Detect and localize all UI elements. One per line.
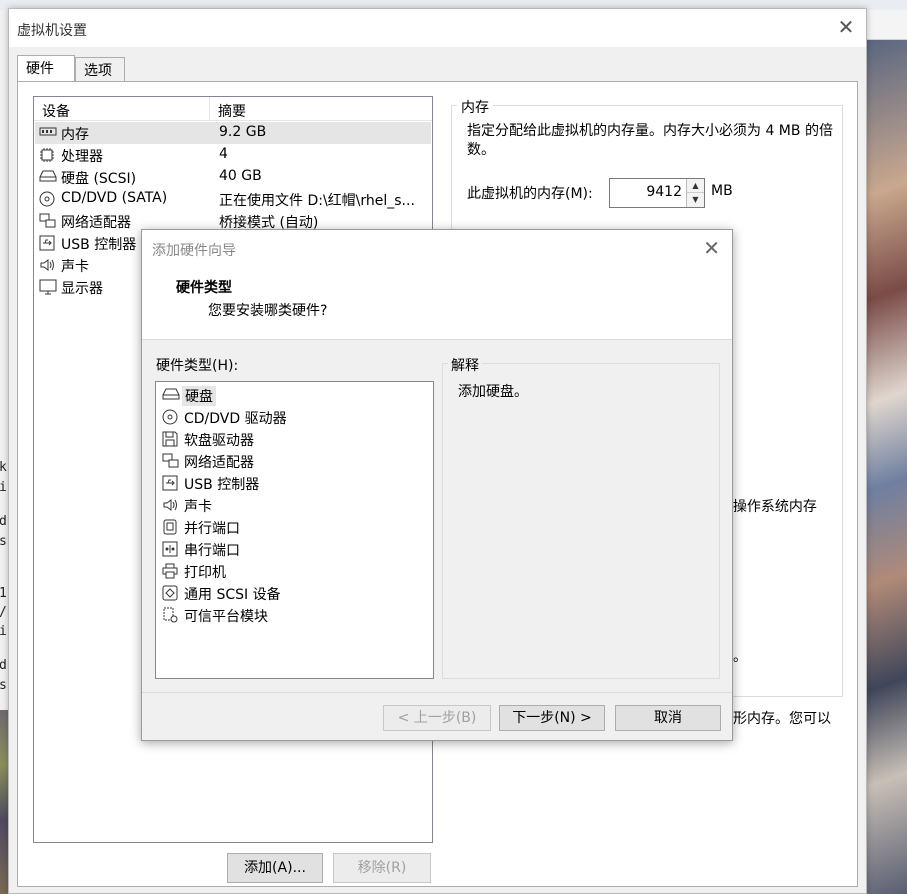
device-row-processor[interactable]: 处理器 4	[35, 144, 431, 166]
wizard-footer: < 上一步(B) 下一步(N) > 取消	[142, 692, 732, 740]
close-icon[interactable]: ✕	[836, 17, 856, 37]
desktop-wallpaper	[867, 40, 907, 894]
next-button[interactable]: 下一步(N) >	[499, 705, 605, 731]
memory-text-fragment: l操作系统内存	[729, 499, 817, 515]
device-summary: 9.2 GB	[219, 124, 267, 140]
list-item-label: 并行端口	[184, 521, 240, 537]
parallel-port-icon	[162, 519, 180, 535]
monitor-icon	[39, 279, 57, 295]
add-hardware-button[interactable]: 添加(A)...	[227, 853, 323, 883]
wizard-header: 添加硬件向导 ✕ 硬件类型 您要安装哪类硬件?	[142, 230, 732, 340]
device-name: CD/DVD (SATA)	[61, 190, 168, 206]
device-name: 网络适配器	[61, 215, 131, 231]
list-item-label: USB 控制器	[184, 477, 260, 493]
spin-up-icon[interactable]: ▲	[686, 179, 704, 193]
serial-port-icon	[162, 541, 180, 557]
device-summary: 正在使用文件 D:\红帽\rhel_s...	[219, 193, 415, 209]
background-text: i	[0, 480, 7, 495]
explanation-group	[442, 363, 720, 679]
cancel-button[interactable]: 取消	[615, 705, 721, 731]
hard-disk-icon	[39, 169, 57, 185]
close-icon[interactable]: ✕	[703, 238, 720, 258]
floppy-icon	[162, 431, 180, 447]
list-item-label: 可信平台模块	[184, 609, 268, 625]
background-text: k	[0, 460, 7, 475]
device-row-hard-disk[interactable]: 硬盘 (SCSI) 40 GB	[35, 166, 431, 188]
background-text: d	[0, 658, 7, 673]
list-item-label: 串行端口	[184, 543, 240, 559]
memory-text-fragment: 形内存。您可以	[733, 711, 831, 727]
hardware-type-list[interactable]: 硬盘 CD/DVD 驱动器 软盘驱动器 网络适配器 USB 控制器 声卡 并行端…	[155, 381, 434, 679]
wizard-subheading: 您要安装哪类硬件?	[208, 303, 328, 319]
background-text: s	[0, 534, 7, 549]
remove-hardware-button[interactable]: 移除(R)	[333, 853, 431, 883]
usb-icon	[162, 475, 180, 491]
tab-options[interactable]: 选项	[75, 57, 125, 81]
cd-dvd-icon	[39, 191, 57, 207]
memory-input[interactable]: 9412	[646, 184, 682, 200]
cd-dvd-icon	[162, 409, 180, 425]
explanation-title: 解释	[448, 355, 482, 375]
background-text: d	[0, 514, 7, 529]
column-header-summary[interactable]: 摘要	[210, 97, 432, 121]
device-name: USB 控制器	[61, 237, 137, 253]
tab-hardware[interactable]: 硬件	[17, 55, 75, 81]
device-summary: 4	[219, 146, 228, 162]
wizard-title: 添加硬件向导	[152, 243, 236, 259]
list-item-label: 声卡	[184, 499, 212, 515]
sound-icon	[162, 497, 180, 513]
background-text: /	[0, 605, 7, 620]
wizard-heading: 硬件类型	[176, 280, 232, 296]
memory-stepper[interactable]: 9412 ▲ ▼	[609, 178, 705, 208]
device-row-cd-dvd[interactable]: CD/DVD (SATA) 正在使用文件 D:\红帽\rhel_s...	[35, 188, 431, 210]
explanation-text: 添加硬盘。	[458, 384, 528, 400]
memory-description: 指定分配给此虚拟机的内存量。内存大小必须为 4 MB 的倍数。	[467, 123, 833, 158]
add-hardware-wizard: 添加硬件向导 ✕ 硬件类型 您要安装哪类硬件? 硬件类型(H): 硬盘 CD/D…	[141, 229, 733, 741]
memory-text-fragment: 。	[733, 649, 747, 665]
cpu-icon	[39, 147, 57, 163]
list-item-label: 打印机	[184, 565, 226, 581]
printer-icon	[162, 563, 180, 579]
title-bar[interactable]: 虚拟机设置 ✕	[9, 9, 866, 47]
device-name: 硬盘 (SCSI)	[61, 171, 137, 187]
hard-disk-icon	[162, 387, 180, 403]
usb-icon	[39, 235, 57, 251]
back-button[interactable]: < 上一步(B)	[383, 705, 491, 731]
memory-icon	[39, 125, 57, 141]
list-item-label: 硬盘	[182, 386, 216, 406]
memory-unit: MB	[711, 183, 733, 199]
device-name: 处理器	[61, 149, 103, 165]
scsi-icon	[162, 585, 180, 601]
device-name: 内存	[61, 127, 89, 143]
device-summary: 40 GB	[219, 168, 262, 184]
column-header-device[interactable]: 设备	[34, 97, 210, 121]
sound-icon	[39, 257, 57, 273]
list-item-label: 网络适配器	[184, 455, 254, 471]
window-title: 虚拟机设置	[17, 23, 87, 39]
device-row-memory[interactable]: 内存 9.2 GB	[35, 122, 431, 144]
hardware-type-label: 硬件类型(H):	[156, 358, 239, 374]
device-name: 显示器	[61, 281, 103, 297]
background-window-edge	[867, 10, 907, 40]
list-item-label: 软盘驱动器	[184, 433, 254, 449]
network-adapter-icon	[162, 453, 180, 469]
network-adapter-icon	[39, 213, 57, 229]
list-item-label: 通用 SCSI 设备	[184, 587, 281, 603]
memory-label: 此虚拟机的内存(M):	[467, 186, 593, 202]
device-name: 声卡	[61, 259, 89, 275]
memory-group-title: 内存	[457, 97, 493, 117]
background-text: s	[0, 678, 7, 693]
spin-down-icon[interactable]: ▼	[686, 193, 704, 207]
list-item-label: CD/DVD 驱动器	[184, 411, 287, 427]
tpm-icon	[162, 607, 180, 623]
background-text: i	[0, 624, 7, 639]
background-text: 1	[0, 586, 7, 601]
